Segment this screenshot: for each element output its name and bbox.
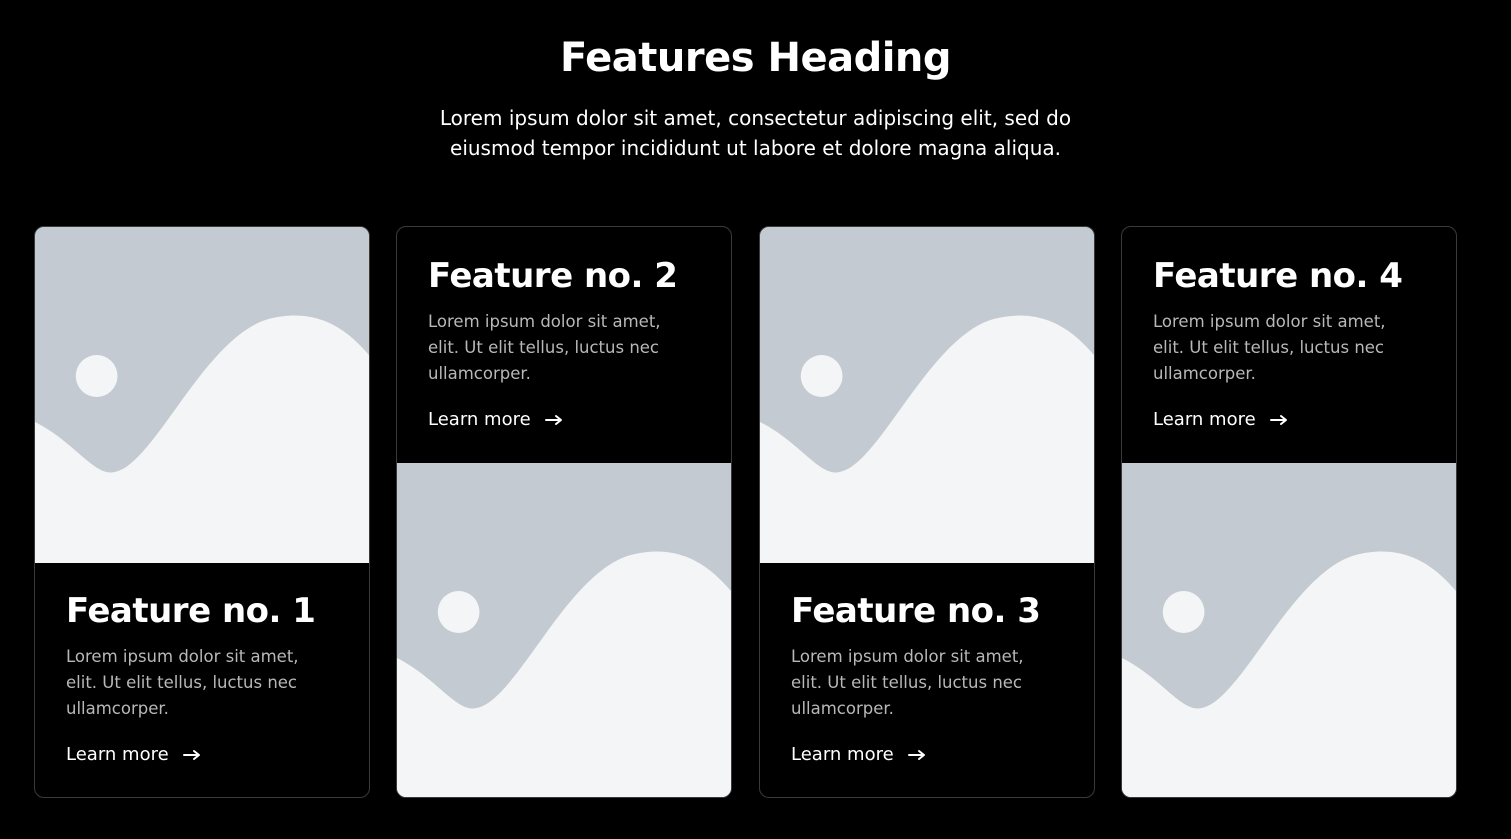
arrow-right-icon [182, 749, 201, 761]
image-placeholder-icon [1122, 463, 1456, 797]
features-subtitle: Lorem ipsum dolor sit amet, consectetur … [439, 106, 1072, 160]
feature-card-body: Feature no. 4 Lorem ipsum dolor sit amet… [1153, 255, 1433, 433]
feature-card-description: Lorem ipsum dolor sit amet, elit. Ut eli… [428, 312, 661, 383]
feature-card-title: Feature no. 3 [791, 591, 1041, 631]
learn-more-link[interactable]: Learn more [428, 407, 563, 433]
feature-card-title: Feature no. 2 [428, 256, 678, 296]
feature-card-description: Lorem ipsum dolor sit amet, elit. Ut eli… [1153, 312, 1386, 383]
features-heading: Features Heading [559, 35, 952, 81]
learn-more-link[interactable]: Learn more [791, 742, 926, 768]
feature-card-2: Feature no. 2 Lorem ipsum dolor sit amet… [396, 226, 732, 798]
feature-card-title: Feature no. 1 [66, 591, 316, 631]
learn-more-label: Learn more [66, 744, 169, 765]
feature-card-1: Feature no. 1 Lorem ipsum dolor sit amet… [34, 226, 370, 798]
arrow-right-icon [544, 414, 563, 426]
feature-card-description: Lorem ipsum dolor sit amet, elit. Ut eli… [66, 647, 299, 718]
image-placeholder-icon [760, 227, 1094, 563]
arrow-right-icon [1269, 414, 1288, 426]
learn-more-label: Learn more [791, 744, 894, 765]
feature-card-title: Feature no. 4 [1153, 256, 1403, 296]
feature-card-description: Lorem ipsum dolor sit amet, elit. Ut eli… [791, 647, 1024, 718]
feature-card-4: Feature no. 4 Lorem ipsum dolor sit amet… [1121, 226, 1457, 798]
learn-more-link[interactable]: Learn more [66, 742, 201, 768]
learn-more-label: Learn more [1153, 409, 1256, 430]
image-placeholder-icon [397, 463, 731, 797]
learn-more-link[interactable]: Learn more [1153, 407, 1288, 433]
arrow-right-icon [907, 749, 926, 761]
feature-card-body: Feature no. 3 Lorem ipsum dolor sit amet… [791, 590, 1071, 768]
features-section: Features Heading Lorem ipsum dolor sit a… [0, 0, 1511, 839]
image-placeholder-icon [35, 227, 369, 563]
feature-card-body: Feature no. 2 Lorem ipsum dolor sit amet… [428, 255, 708, 433]
learn-more-label: Learn more [428, 409, 531, 430]
feature-card-body: Feature no. 1 Lorem ipsum dolor sit amet… [66, 590, 346, 768]
feature-card-3: Feature no. 3 Lorem ipsum dolor sit amet… [759, 226, 1095, 798]
